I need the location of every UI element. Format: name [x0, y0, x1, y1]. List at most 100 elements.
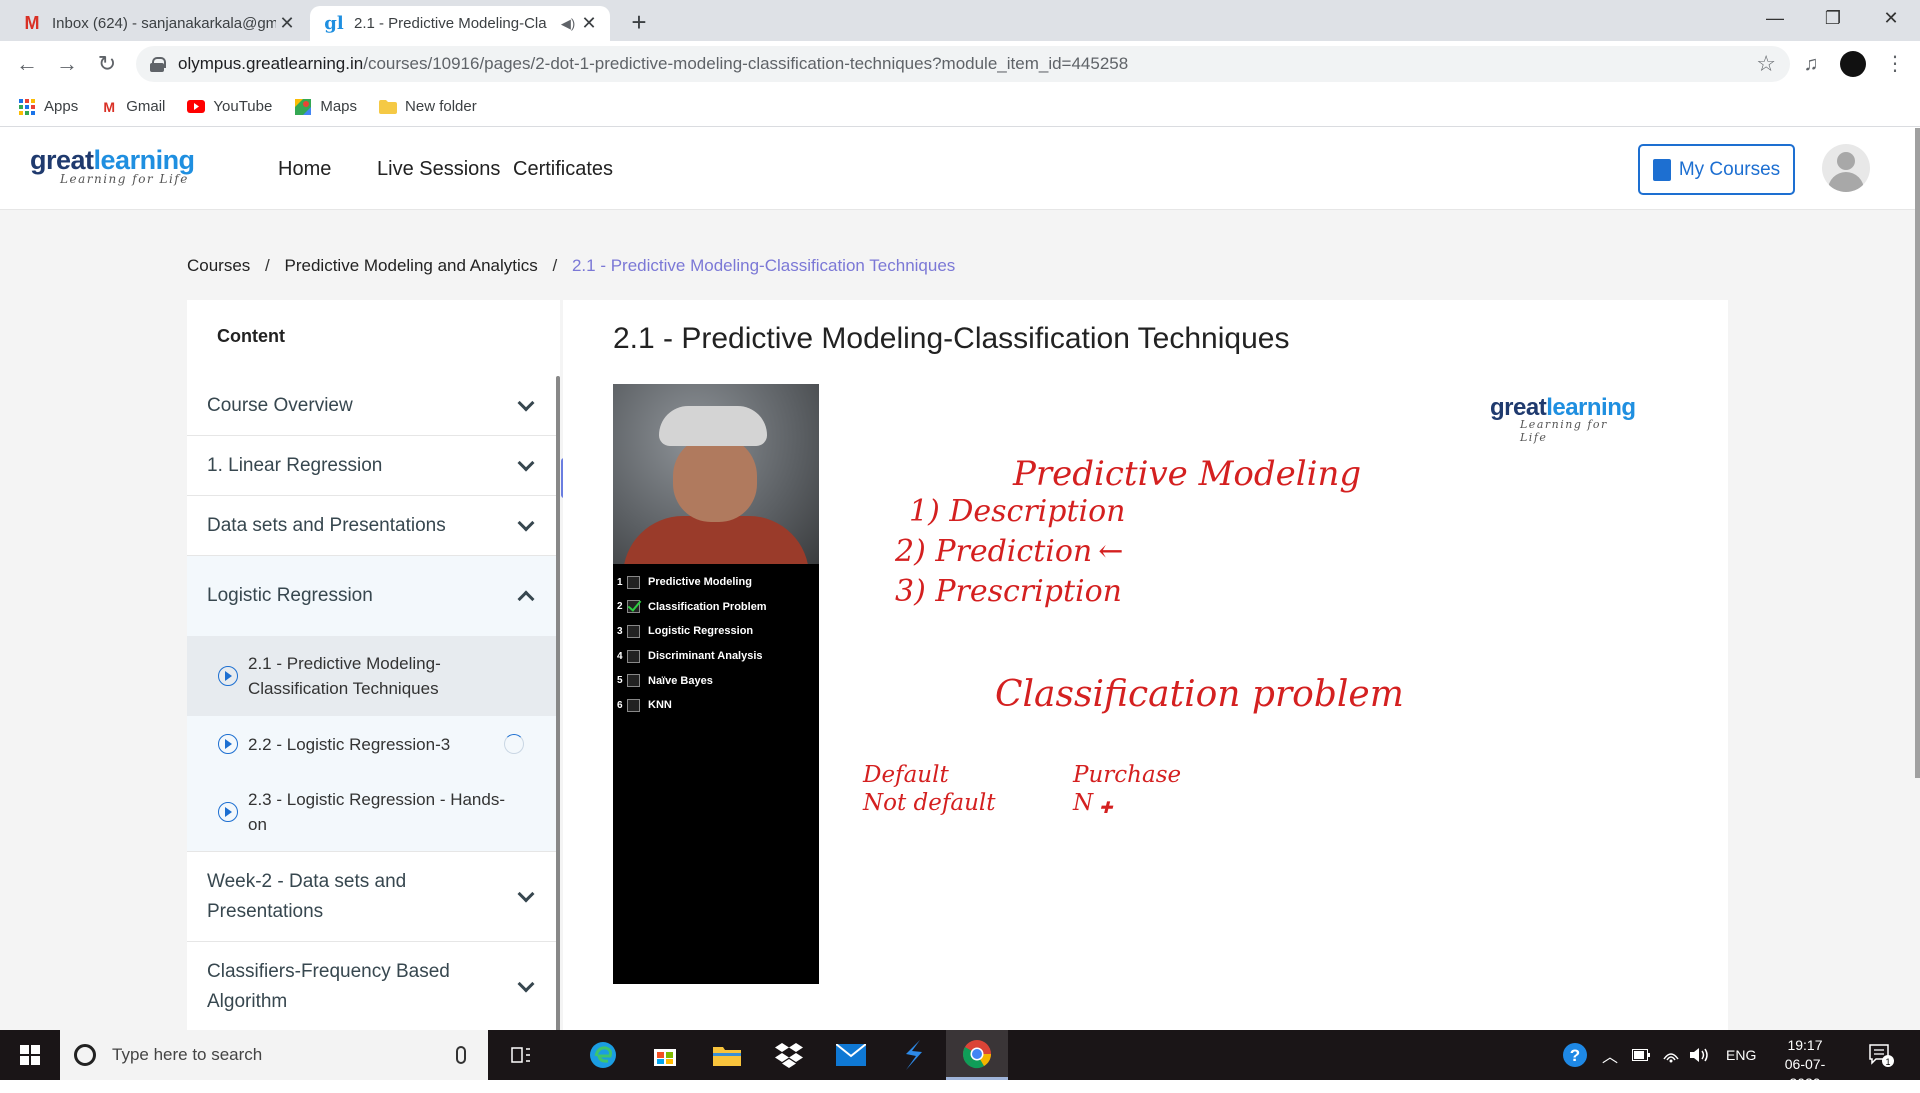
chrome-icon[interactable]: [946, 1030, 1008, 1080]
lesson-label: 2.1 - Predictive Modeling-Classification…: [248, 654, 441, 698]
gmail-icon: M: [103, 98, 116, 115]
module-week-2[interactable]: Week-2 - Data sets and Presentations: [187, 852, 556, 942]
bookmark-label: Maps: [320, 98, 358, 115]
video-player[interactable]: 1 Predictive Modeling 2 Classification Pro…: [613, 384, 1636, 984]
chevron-down-icon: [517, 975, 535, 992]
bookmark-label: Apps: [44, 98, 79, 115]
edge-icon[interactable]: [572, 1030, 634, 1080]
show-hidden-icons-chevron-up-icon[interactable]: ︿: [1602, 1030, 1618, 1080]
dropbox-icon[interactable]: [758, 1030, 820, 1080]
bookmark-apps[interactable]: Apps: [18, 98, 78, 116]
wb-heading: Predictive Modeling: [1013, 454, 1362, 494]
nav-certificates[interactable]: Certificates: [513, 158, 613, 181]
bookmark-gmail[interactable]: M Gmail: [100, 98, 165, 116]
page-scrollbar[interactable]: [1915, 128, 1920, 778]
url-domain: olympus.greatlearning.in: [178, 54, 364, 73]
notification-center-icon[interactable]: 1: [1868, 1030, 1894, 1080]
battery-icon[interactable]: [1632, 1030, 1650, 1080]
start-button[interactable]: [0, 1030, 60, 1080]
mail-icon[interactable]: [820, 1030, 882, 1080]
close-tab-icon[interactable]: ✕: [276, 13, 298, 34]
page-viewport: greatlearning Learning for Life Home Liv…: [0, 128, 1920, 1030]
page-title: 2.1 - Predictive Modeling-Classification…: [613, 322, 1290, 355]
lesson-label: 2.3 - Logistic Regression - Hands-on: [248, 789, 506, 834]
sidebar-scrollbar[interactable]: [556, 376, 560, 1030]
reload-button[interactable]: ↻: [92, 49, 122, 79]
module-course-overview[interactable]: Course Overview: [187, 376, 556, 436]
back-button[interactable]: ←: [12, 49, 42, 79]
lesson-item-2-1[interactable]: 2.1 - Predictive Modeling-Classification…: [187, 636, 556, 716]
close-window-button[interactable]: ✕: [1862, 0, 1920, 36]
new-tab-button[interactable]: +: [624, 8, 654, 38]
bookmark-new-folder[interactable]: New folder: [379, 98, 477, 116]
logo-text-learning: learning: [93, 145, 196, 175]
checkbox-icon: [627, 674, 640, 688]
tab-title: Inbox (624) - sanjanakarkala@gm: [52, 15, 276, 32]
tab-title: 2.1 - Predictive Modeling-Cla: [354, 15, 547, 32]
file-explorer-icon[interactable]: [696, 1030, 758, 1080]
module-label: 1. Linear Regression: [207, 454, 383, 476]
video-sidebar: 1 Predictive Modeling 2 Classification Pro…: [613, 384, 819, 984]
lesson-item-2-3[interactable]: 2.3 - Logistic Regression - Hands-on: [187, 772, 556, 852]
bookmark-maps[interactable]: Maps: [294, 98, 357, 116]
lock-icon[interactable]: [150, 57, 166, 72]
module-linear-regression[interactable]: 1. Linear Regression: [187, 436, 556, 496]
lesson-item-2-2[interactable]: 2.2 - Logistic Regression-3: [187, 716, 556, 772]
module-logistic-regression[interactable]: Logistic Regression: [187, 556, 556, 636]
forward-button[interactable]: →: [52, 49, 82, 79]
speaker-icon[interactable]: ◀): [558, 16, 578, 32]
close-tab-icon[interactable]: ✕: [578, 13, 600, 34]
media-control-icon[interactable]: ♫: [1796, 49, 1826, 79]
microphone-icon[interactable]: [456, 1046, 466, 1064]
wb-heading2: Classification problem: [995, 674, 1404, 715]
tab-greatlearning[interactable]: gl 2.1 - Predictive Modeling-Cla ◀) ✕: [310, 6, 610, 41]
bookmark-star-icon[interactable]: ☆: [1756, 51, 1776, 77]
greatlearning-logo[interactable]: greatlearning Learning for Life: [30, 145, 195, 186]
sidebar-heading: Content: [217, 326, 285, 346]
breadcrumb-course[interactable]: Predictive Modeling and Analytics: [285, 256, 538, 275]
youtube-icon: [187, 98, 206, 116]
svg-text:?: ?: [1570, 1046, 1580, 1065]
store-icon[interactable]: [634, 1030, 696, 1080]
breadcrumb-current: 2.1 - Predictive Modeling-Classification…: [571, 256, 956, 275]
restore-button[interactable]: ❐: [1804, 0, 1862, 36]
lesson-content: 2.1 - Predictive Modeling-Classification…: [563, 300, 1728, 1030]
tab-gmail[interactable]: M Inbox (624) - sanjanakarkala@gm ✕: [8, 6, 308, 41]
menu-dots-icon[interactable]: ⋮: [1880, 49, 1910, 79]
wb-line1: 1) Description: [909, 494, 1126, 529]
cortana-icon: [74, 1044, 96, 1066]
wifi-icon[interactable]: [1662, 1030, 1680, 1080]
address-bar[interactable]: olympus.greatlearning.in/courses/10916/p…: [136, 46, 1790, 82]
user-avatar[interactable]: [1822, 144, 1870, 192]
logo-text-great: great: [30, 145, 94, 175]
input-language[interactable]: ENG: [1726, 1030, 1756, 1080]
browser-tab-bar: M Inbox (624) - sanjanakarkala@gm ✕ gl 2…: [0, 0, 1920, 41]
task-view-icon[interactable]: [490, 1030, 552, 1080]
checkmark-icon: [627, 600, 640, 614]
profile-avatar[interactable]: [1840, 49, 1870, 79]
module-data-sets[interactable]: Data sets and Presentations: [187, 496, 556, 556]
breadcrumb-courses[interactable]: Courses: [187, 256, 250, 275]
my-courses-button[interactable]: My Courses: [1638, 144, 1795, 195]
play-circle-icon: [218, 801, 238, 822]
bookmark-youtube[interactable]: YouTube: [187, 98, 272, 116]
taskbar-clock[interactable]: 19:17 06-07-2020: [1770, 1036, 1840, 1093]
taskbar-search[interactable]: Type here to search: [60, 1030, 488, 1080]
visual-studio-icon[interactable]: [882, 1030, 944, 1080]
chevron-down-icon: [517, 454, 535, 471]
content-sidebar: Content Course Overview 1. Linear Regres…: [187, 300, 560, 1030]
help-icon[interactable]: ?: [1562, 1030, 1588, 1080]
volume-icon[interactable]: [1690, 1030, 1710, 1080]
module-label: Week-2 - Data sets and Presentations: [207, 870, 407, 922]
nav-home[interactable]: Home: [278, 158, 331, 181]
minimize-button[interactable]: —: [1746, 0, 1804, 36]
nav-live-sessions[interactable]: Live Sessions: [377, 158, 500, 181]
whiteboard-logo: greatlearning Learning for Life: [1490, 394, 1636, 444]
topic-item: 5 Naïve Bayes: [617, 674, 713, 688]
breadcrumb-separator: /: [265, 256, 270, 275]
site-header: greatlearning Learning for Life Home Liv…: [0, 128, 1920, 210]
wb-line2: 2) Prediction ←: [895, 534, 1124, 569]
checkbox-icon: [627, 698, 640, 712]
clock-time: 19:17: [1787, 1037, 1823, 1053]
module-classifiers[interactable]: Classifiers-Frequency Based Algorithm: [187, 942, 556, 1030]
